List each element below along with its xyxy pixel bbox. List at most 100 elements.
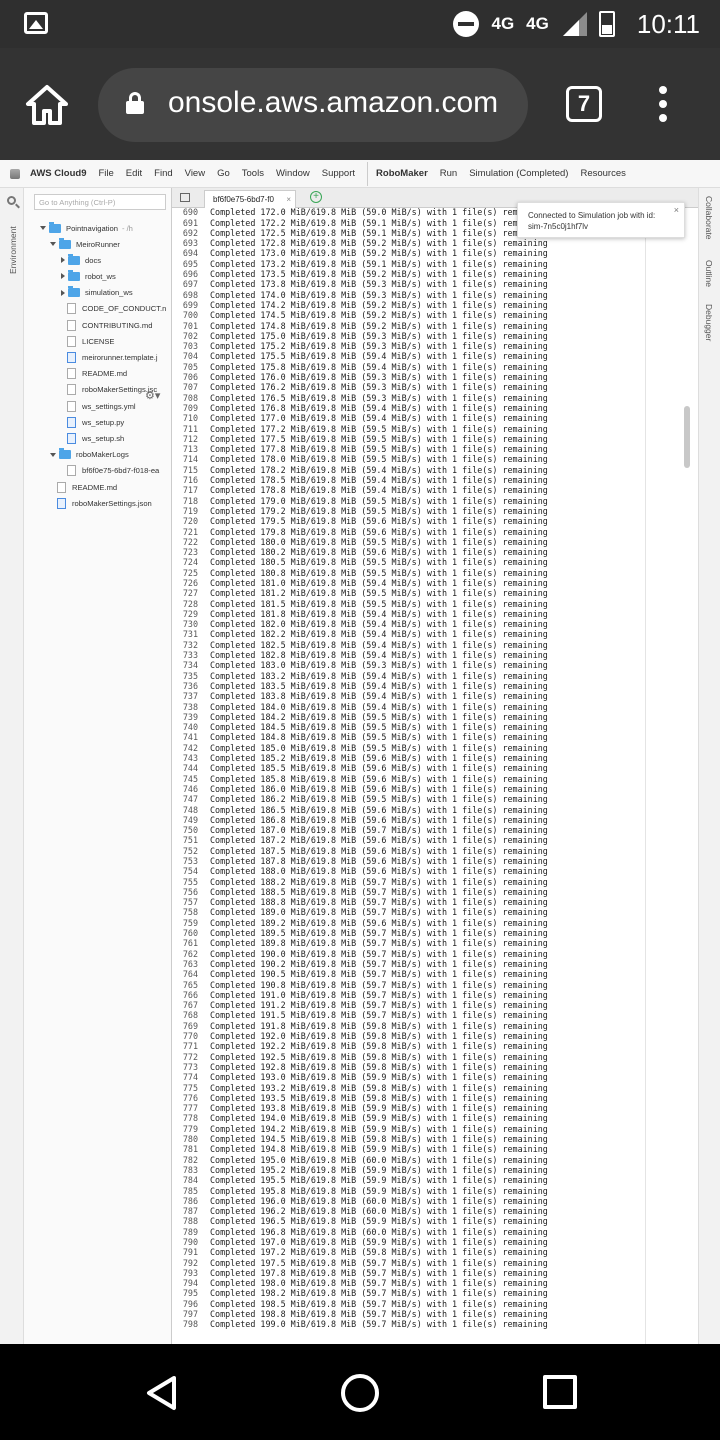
menu-robomaker[interactable]: RoboMaker (376, 168, 428, 179)
log-text: Completed 187.5 MiB/619.8 MiB (59.6 MiB/… (210, 845, 548, 856)
log-text: Completed 174.5 MiB/619.8 MiB (59.2 MiB/… (210, 310, 548, 321)
line-number: 714 (182, 454, 198, 465)
notification-text: Connected to Simulation job with id: sim… (528, 211, 656, 231)
tree-folder[interactable]: docs (60, 253, 101, 267)
menu-run[interactable]: Run (440, 168, 457, 179)
caret-right-icon[interactable] (61, 257, 65, 264)
log-line: 778 Completed 194.0 MiB/619.8 MiB (59.9 M… (172, 1113, 548, 1123)
menu-edit[interactable]: Edit (126, 168, 142, 179)
status-bar: 4G 4G 10:11 (0, 0, 720, 48)
home-icon[interactable] (24, 82, 70, 128)
log-text: Completed 182.8 MiB/619.8 MiB (59.4 MiB/… (210, 650, 548, 661)
scrollbar[interactable] (684, 406, 690, 468)
menu-simulation[interactable]: Simulation (Completed) (469, 168, 568, 179)
tree-folder[interactable]: roboMakerLogs (50, 448, 129, 462)
log-text: Completed 196.8 MiB/619.8 MiB (60.0 MiB/… (210, 1226, 548, 1237)
tree-file[interactable]: roboMakerSettings.jsc (60, 383, 157, 397)
tree-file[interactable]: meirorunner.template.j (60, 350, 158, 364)
log-text: Completed 180.5 MiB/619.8 MiB (59.5 MiB/… (210, 557, 548, 568)
tree-folder[interactable]: MeiroRunner (50, 237, 120, 251)
menu-go[interactable]: Go (217, 168, 230, 179)
tab-list-icon[interactable] (180, 193, 190, 202)
log-line: 741 Completed 184.8 MiB/619.8 MiB (59.5 M… (172, 732, 548, 742)
url-text[interactable]: onsole.aws.amazon.com (168, 86, 498, 120)
log-line: 720 Completed 179.5 MiB/619.8 MiB (59.6 M… (172, 516, 548, 526)
outline-tab[interactable]: Outline (704, 260, 714, 287)
tree-file[interactable]: bf6f0e75-6bd7-f018-ea (60, 464, 159, 478)
tree-file[interactable]: README.md (50, 480, 117, 494)
tree-file[interactable]: ws_setup.sh (60, 431, 124, 445)
back-icon[interactable] (144, 1374, 178, 1412)
collaborate-tab[interactable]: Collaborate (704, 196, 714, 239)
tab-log-file[interactable]: bf6f0e75-6bd7-f0 × (204, 190, 296, 208)
overflow-menu-icon[interactable] (656, 86, 670, 122)
menu-resources[interactable]: Resources (580, 168, 625, 179)
go-to-anything-input[interactable]: Go to Anything (Ctrl-P) (34, 194, 166, 210)
line-number: 789 (182, 1226, 198, 1237)
log-line: 746 Completed 186.0 MiB/619.8 MiB (59.6 M… (172, 784, 548, 794)
log-text: Completed 188.2 MiB/619.8 MiB (59.7 MiB/… (210, 876, 548, 887)
home-nav-icon[interactable] (341, 1374, 379, 1412)
tree-file[interactable]: CONTRIBUTING.md (60, 318, 152, 332)
environment-tab[interactable]: Environment (8, 226, 18, 274)
tree-file[interactable]: ws_settings.yml (60, 399, 136, 413)
tab-switcher-icon[interactable]: 7 (566, 86, 602, 122)
log-text: Completed 189.0 MiB/619.8 MiB (59.7 MiB/… (210, 907, 548, 918)
menu-support[interactable]: Support (322, 168, 355, 179)
tree-item-label: robot_ws (85, 271, 116, 281)
tree-file[interactable]: ws_setup.py (60, 415, 124, 429)
line-number: 725 (182, 567, 198, 578)
search-icon[interactable] (7, 196, 16, 205)
log-line: 710 Completed 177.0 MiB/619.8 MiB (59.4 M… (172, 413, 548, 423)
tree-file[interactable]: CODE_OF_CONDUCT.n (60, 302, 166, 316)
log-line: 703 Completed 175.2 MiB/619.8 MiB (59.3 M… (172, 341, 548, 351)
tree-file[interactable]: LICENSE (60, 334, 115, 348)
line-number: 796 (182, 1298, 198, 1309)
gear-icon[interactable]: ⚙▾ (145, 389, 160, 402)
caret-right-icon[interactable] (61, 289, 65, 296)
address-bar[interactable]: onsole.aws.amazon.com (98, 68, 528, 142)
log-text: Completed 182.0 MiB/619.8 MiB (59.4 MiB/… (210, 619, 548, 630)
log-text: Completed 197.2 MiB/619.8 MiB (59.8 MiB/… (210, 1247, 548, 1258)
log-line: 691 Completed 172.2 MiB/619.8 MiB (59.1 M… (172, 218, 548, 228)
menu-tools[interactable]: Tools (242, 168, 264, 179)
log-line: 716 Completed 178.5 MiB/619.8 MiB (59.4 M… (172, 475, 548, 485)
recent-apps-icon[interactable] (543, 1375, 577, 1409)
log-line: 733 Completed 182.8 MiB/619.8 MiB (59.4 M… (172, 650, 548, 660)
tree-folder[interactable]: simulation_ws (60, 286, 133, 300)
line-number: 699 (182, 299, 198, 310)
log-line: 723 Completed 180.2 MiB/619.8 MiB (59.6 M… (172, 547, 548, 557)
caret-right-icon[interactable] (61, 273, 65, 280)
log-text: Completed 183.2 MiB/619.8 MiB (59.4 MiB/… (210, 670, 548, 681)
add-tab-icon[interactable]: + (310, 191, 322, 203)
log-text: Completed 189.2 MiB/619.8 MiB (59.6 MiB/… (210, 917, 548, 928)
debugger-tab[interactable]: Debugger (704, 304, 714, 341)
log-line: 772 Completed 192.5 MiB/619.8 MiB (59.8 M… (172, 1052, 548, 1062)
log-text: Completed 190.8 MiB/619.8 MiB (59.7 MiB/… (210, 979, 548, 990)
log-line: 740 Completed 184.5 MiB/619.8 MiB (59.5 M… (172, 722, 548, 732)
menu-aws-cloud9[interactable]: AWS Cloud9 (30, 168, 86, 179)
line-number: 724 (182, 557, 198, 568)
line-number: 731 (182, 629, 198, 640)
menu-view[interactable]: View (185, 168, 205, 179)
caret-down-icon[interactable] (50, 242, 56, 246)
caret-down-icon[interactable] (50, 452, 56, 457)
tree-file[interactable]: README.md (60, 367, 127, 381)
log-output[interactable]: 689Completed 171.8 MiB/619.8 MiB (59.0 M… (172, 208, 698, 1344)
line-number: 762 (182, 948, 198, 959)
menu-find[interactable]: Find (154, 168, 172, 179)
menu-window[interactable]: Window (276, 168, 310, 179)
network-type-label-2: 4G (526, 14, 549, 33)
close-icon[interactable]: × (674, 205, 679, 216)
tree-folder[interactable]: robot_ws (60, 269, 116, 283)
line-number: 712 (182, 433, 198, 444)
tree-item-label: bf6f0e75-6bd7-f018-ea (82, 466, 160, 476)
tree-file[interactable]: roboMakerSettings.json (50, 496, 152, 510)
lock-icon (126, 92, 144, 114)
tree-root[interactable]: Pointnavigation - /h (40, 221, 133, 235)
folder-icon (59, 448, 71, 460)
log-text: Completed 178.2 MiB/619.8 MiB (59.4 MiB/… (210, 464, 548, 475)
close-icon[interactable]: × (286, 195, 291, 204)
line-number: 728 (182, 598, 198, 609)
menu-file[interactable]: File (98, 168, 113, 179)
